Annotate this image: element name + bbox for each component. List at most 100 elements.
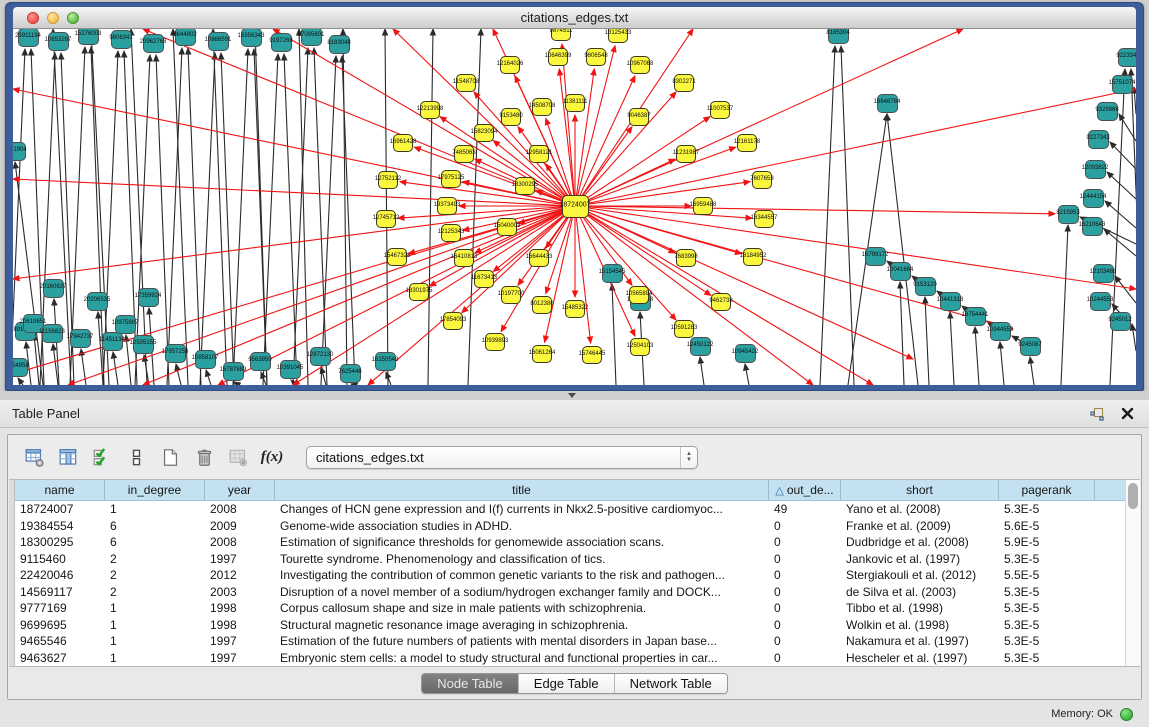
graph-node[interactable]: 12093822: [1085, 160, 1106, 179]
table-row[interactable]: 969969511998Structural magnetic resonanc…: [15, 617, 1125, 634]
table-cell[interactable]: 1997: [205, 551, 275, 568]
table-cell[interactable]: 0: [769, 551, 841, 568]
table-cell[interactable]: Dudbridge et al. (2008): [841, 534, 999, 551]
memory-status-indicator[interactable]: [1120, 708, 1133, 721]
graph-node[interactable]: 10244553: [1090, 292, 1111, 311]
graph-node[interactable]: 10945422: [735, 344, 756, 363]
graph-node[interactable]: 17095601: [301, 29, 322, 46]
graph-node[interactable]: 16961428: [393, 134, 413, 152]
graph-node[interactable]: 16210643: [1082, 217, 1103, 236]
graph-node[interactable]: 9806341: [111, 30, 132, 49]
table-cell[interactable]: 1997: [205, 633, 275, 650]
graph-node[interactable]: 9197268: [271, 33, 292, 52]
graph-node[interactable]: 11548708: [456, 74, 476, 92]
graph-node[interactable]: 16959488: [693, 197, 713, 215]
graph-node[interactable]: 9874511: [551, 29, 571, 41]
graph-node[interactable]: 9054958: [13, 358, 28, 377]
table-cell[interactable]: 22420046: [15, 567, 105, 584]
table-cell[interactable]: Wolkin et al. (1998): [841, 617, 999, 634]
graph-node[interactable]: 17359924: [138, 288, 159, 307]
graph-node[interactable]: 12213998: [420, 101, 440, 119]
table-cell[interactable]: Investigating the contribution of common…: [275, 567, 769, 584]
graph-node[interactable]: 7625446: [340, 364, 361, 383]
graph-node[interactable]: 12103488: [1093, 264, 1114, 283]
graph-node[interactable]: 10391045: [280, 360, 301, 379]
table-cell[interactable]: Genome-wide association studies in ADHD.: [275, 518, 769, 535]
graph-node[interactable]: 17957253: [165, 344, 186, 363]
graph-node[interactable]: 7607653: [752, 171, 772, 189]
graph-node[interactable]: 10441318: [940, 292, 961, 311]
graph-node[interactable]: 18754441: [965, 307, 986, 326]
table-cell[interactable]: Tourette syndrome. Phenomenology and cla…: [275, 551, 769, 568]
tab-edge-table[interactable]: Edge Table: [518, 674, 614, 693]
graph-node[interactable]: 17975125: [441, 170, 461, 188]
graph-node[interactable]: 15823094: [474, 124, 494, 142]
table-cell[interactable]: 1998: [205, 617, 275, 634]
graph-node[interactable]: 12444154: [1083, 189, 1104, 208]
select-columns-button[interactable]: [88, 443, 116, 471]
graph-node[interactable]: 16410813: [454, 249, 474, 267]
graph-node[interactable]: 8215953: [1058, 205, 1079, 224]
graph-node[interactable]: 15040003: [497, 218, 517, 236]
delete-column-button[interactable]: [190, 443, 218, 471]
graph-node[interactable]: 9046387: [629, 108, 649, 126]
graph-node[interactable]: 9806548: [586, 48, 606, 66]
column-header-short[interactable]: short: [841, 480, 999, 500]
table-cell[interactable]: 5.5E-5: [999, 567, 1095, 584]
graph-node[interactable]: 12505155: [133, 335, 154, 354]
graph-node[interactable]: 16787889: [223, 362, 244, 381]
table-cell[interactable]: 19384554: [15, 518, 105, 535]
graph-node[interactable]: 16150543: [375, 352, 396, 371]
graph-node[interactable]: 12125343: [441, 224, 461, 242]
graph-node[interactable]: 15276003: [78, 29, 99, 45]
graph-node[interactable]: 10939893: [485, 333, 505, 351]
table-cell[interactable]: 5.3E-5: [999, 633, 1095, 650]
graph-node[interactable]: 17942737: [70, 329, 91, 348]
graph-node[interactable]: 18184952: [743, 248, 763, 266]
graph-node[interactable]: 12161178: [737, 134, 757, 152]
graph-hub-node[interactable]: 18724007: [562, 195, 589, 218]
table-cell[interactable]: 5.3E-5: [999, 501, 1095, 518]
table-cell[interactable]: 1: [105, 650, 205, 667]
table-cell[interactable]: 2: [105, 567, 205, 584]
graph-node[interactable]: 9153120: [915, 277, 936, 296]
collapse-arrow-icon[interactable]: [568, 393, 576, 398]
graph-node[interactable]: 10944553: [990, 322, 1011, 341]
graph-node[interactable]: 10591283: [674, 320, 694, 338]
graph-node[interactable]: 8302271: [674, 74, 694, 92]
table-cell[interactable]: 9463627: [15, 650, 105, 667]
table-cell[interactable]: 1998: [205, 600, 275, 617]
graph-node[interactable]: 8183048: [329, 35, 350, 54]
graph-node[interactable]: 23911194: [18, 29, 39, 47]
vertical-scrollbar[interactable]: [1125, 480, 1140, 666]
table-cell[interactable]: 0: [769, 584, 841, 601]
table-cell[interactable]: 2003: [205, 584, 275, 601]
table-cell[interactable]: 0: [769, 650, 841, 667]
graph-node[interactable]: 16061264: [532, 345, 552, 363]
table-row[interactable]: 911546021997Tourette syndrome. Phenomeno…: [15, 551, 1125, 568]
table-cell[interactable]: 0: [769, 518, 841, 535]
graph-node[interactable]: 9153480: [501, 108, 521, 126]
graph-node[interactable]: 8012386: [532, 296, 552, 314]
table-cell[interactable]: 1: [105, 617, 205, 634]
graph-node[interactable]: 7683998: [676, 249, 696, 267]
column-display-button[interactable]: [54, 443, 82, 471]
graph-node[interactable]: 11156823: [42, 324, 63, 343]
graph-node[interactable]: 11451134: [102, 332, 123, 351]
table-cell[interactable]: Disruption of a novel member of a sodium…: [275, 584, 769, 601]
scrollbar-thumb[interactable]: [1128, 483, 1138, 509]
graph-node[interactable]: 20962768: [143, 34, 164, 53]
table-cell[interactable]: 2012: [205, 567, 275, 584]
graph-node[interactable]: 18301975: [409, 283, 429, 301]
graph-node[interactable]: 20160637: [43, 279, 64, 298]
graph-node[interactable]: 8731904: [13, 142, 26, 161]
graph-node[interactable]: 12164026: [500, 56, 520, 74]
graph-node[interactable]: 12745712: [376, 210, 396, 228]
tab-network-table[interactable]: Network Table: [614, 674, 727, 693]
table-cell[interactable]: Franke et al. (2009): [841, 518, 999, 535]
table-cell[interactable]: Hescheler et al. (1997): [841, 650, 999, 667]
table-row[interactable]: 946362711997Embryonic stem cells: a mode…: [15, 650, 1125, 667]
graph-node[interactable]: 10041664: [890, 262, 911, 281]
table-cell[interactable]: 2008: [205, 534, 275, 551]
window-titlebar[interactable]: citations_edges.txt: [13, 7, 1136, 29]
